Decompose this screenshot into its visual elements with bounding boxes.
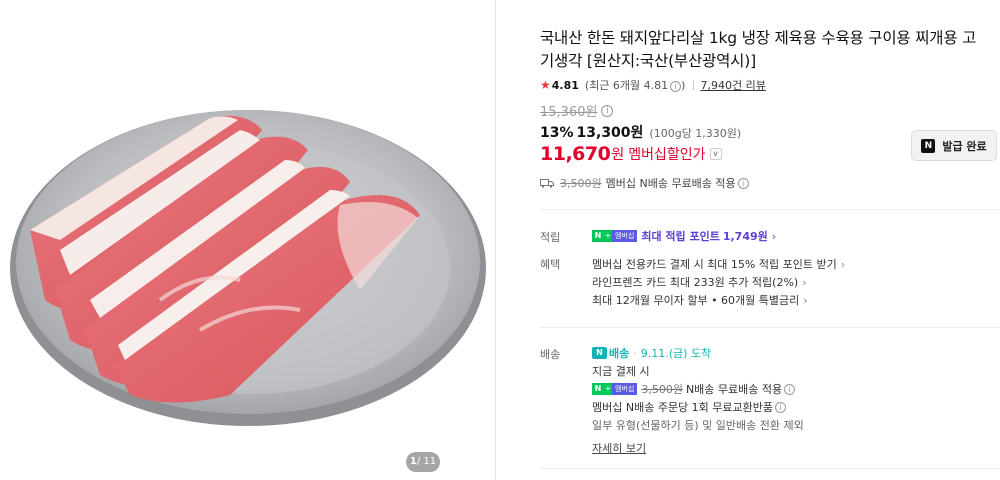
member-price-label: 멤버십할인가 [628, 147, 706, 163]
delivery-info-icon[interactable]: i [784, 383, 796, 395]
discount-percent: 13% [540, 125, 574, 141]
arrival-date: 9.11.(금) 도착 [640, 347, 712, 360]
perk-card-link[interactable]: 멤버십 전용카드 결제 시 최대 15% 적립 포인트 받기 › [592, 256, 845, 272]
separator-dot: · [633, 346, 637, 360]
pager-total: / 11 [416, 456, 437, 467]
shipping-row: 3,500원 멤버십 N배송 무료배송 적용 i [540, 175, 749, 191]
price-info-icon[interactable]: i [601, 104, 614, 117]
section-divider [540, 327, 1000, 328]
member-price-unit: 원 [611, 147, 625, 163]
info-icon[interactable]: i [670, 81, 682, 92]
discount-price: 13,300원 [576, 125, 644, 141]
shipping-info-icon[interactable]: i [737, 177, 749, 189]
rating-recent: (최근 6개월 4.81 i) [584, 79, 686, 92]
delivery-free-text: N배송 무료배송 적용 [685, 383, 783, 396]
max-points-value: 1,749원 [722, 230, 768, 243]
npay-membership-badge: N + 멤버십 [592, 230, 638, 242]
n-delivery-badge: N 배송 [592, 345, 629, 361]
member-price-row: 11,670 원 멤버십할인가 v [540, 143, 722, 165]
shipping-text: 멤버십 N배송 무료배송 적용 [605, 177, 736, 190]
coupon-issued-button[interactable]: N 발급 완료 [911, 130, 997, 161]
delivery-original-fee: 3,500원 [641, 383, 683, 396]
delivery-label: 배송 [540, 348, 561, 361]
chevron-down-icon[interactable]: v [709, 148, 722, 160]
rating-row: ★ 4.81 (최근 6개월 4.81 i) 7,940건 리뷰 [540, 77, 766, 93]
chevron-right-icon: › [803, 293, 808, 307]
member-price: 11,670 [540, 143, 611, 165]
naver-n-icon: N [921, 138, 936, 153]
product-info-panel: 국내산 한돈 돼지앞다리살 1kg 냉장 제육용 수육용 구이용 찌개용 고기생… [540, 0, 1000, 480]
star-icon: ★ [540, 78, 551, 92]
npay-membership-badge: N + 멤버십 [592, 383, 638, 395]
section-divider [540, 468, 1000, 469]
n-delivery-icon: N [592, 347, 607, 359]
pager-current: 1 [409, 456, 417, 467]
exchange-info-icon[interactable]: i [775, 401, 787, 413]
section-divider [540, 209, 1000, 210]
product-image [10, 110, 486, 426]
rating-score: 4.81 [551, 78, 579, 92]
chevron-right-icon: › [802, 275, 807, 289]
divider [693, 80, 695, 90]
chevron-right-icon: › [840, 257, 846, 271]
perk-linefriends-link[interactable]: 라인프렌즈 카드 최대 233원 추가 적립(2%) › [592, 274, 807, 290]
original-price: 15,360원 i [540, 101, 614, 120]
perk-installment-link[interactable]: 최대 12개월 무이자 할부 • 60개월 특별금리 › [592, 292, 808, 308]
product-image-gallery[interactable]: 1/ 11 [0, 0, 496, 480]
delivery-detail-link[interactable]: 자세히 보기 [592, 440, 646, 456]
unit-price: (100g당 1,330원) [649, 127, 742, 140]
exchange-row: 멤버십 N배송 주문당 1회 무료교환반품 i [592, 399, 787, 415]
points-label: 적립 [540, 231, 561, 244]
perks-label: 혜택 [540, 258, 561, 271]
original-price-value: 15,360원 [540, 105, 598, 120]
delivery-arrival-row: N 배송 · 9.11.(금) 도착 [592, 345, 711, 361]
delivery-fee-row: N + 멤버십 3,500원 N배송 무료배송 적용 i [592, 381, 796, 397]
shipping-original-fee: 3,500원 [560, 177, 602, 190]
pay-now-text: 지금 결제 시 [592, 365, 650, 378]
points-row[interactable]: N + 멤버십 최대 적립 포인트 1,749원 › [592, 228, 776, 244]
image-pager: 1/ 11 [406, 452, 440, 472]
product-title: 국내산 한돈 돼지앞다리살 1kg 냉장 제육용 수육용 구이용 찌개용 고기생… [540, 29, 977, 70]
truck-icon [540, 179, 554, 188]
chevron-right-icon: › [771, 229, 777, 243]
review-count-link[interactable]: 7,940건 리뷰 [700, 77, 765, 93]
max-points-link[interactable]: 최대 적립 포인트 [641, 228, 720, 244]
discount-row: 13% 13,300원 (100g당 1,330원) [540, 122, 741, 142]
coupon-button-label: 발급 완료 [942, 139, 987, 153]
delivery-note: 일부 유형(선물하기 등) 및 일반배송 전환 제외 [592, 419, 804, 432]
